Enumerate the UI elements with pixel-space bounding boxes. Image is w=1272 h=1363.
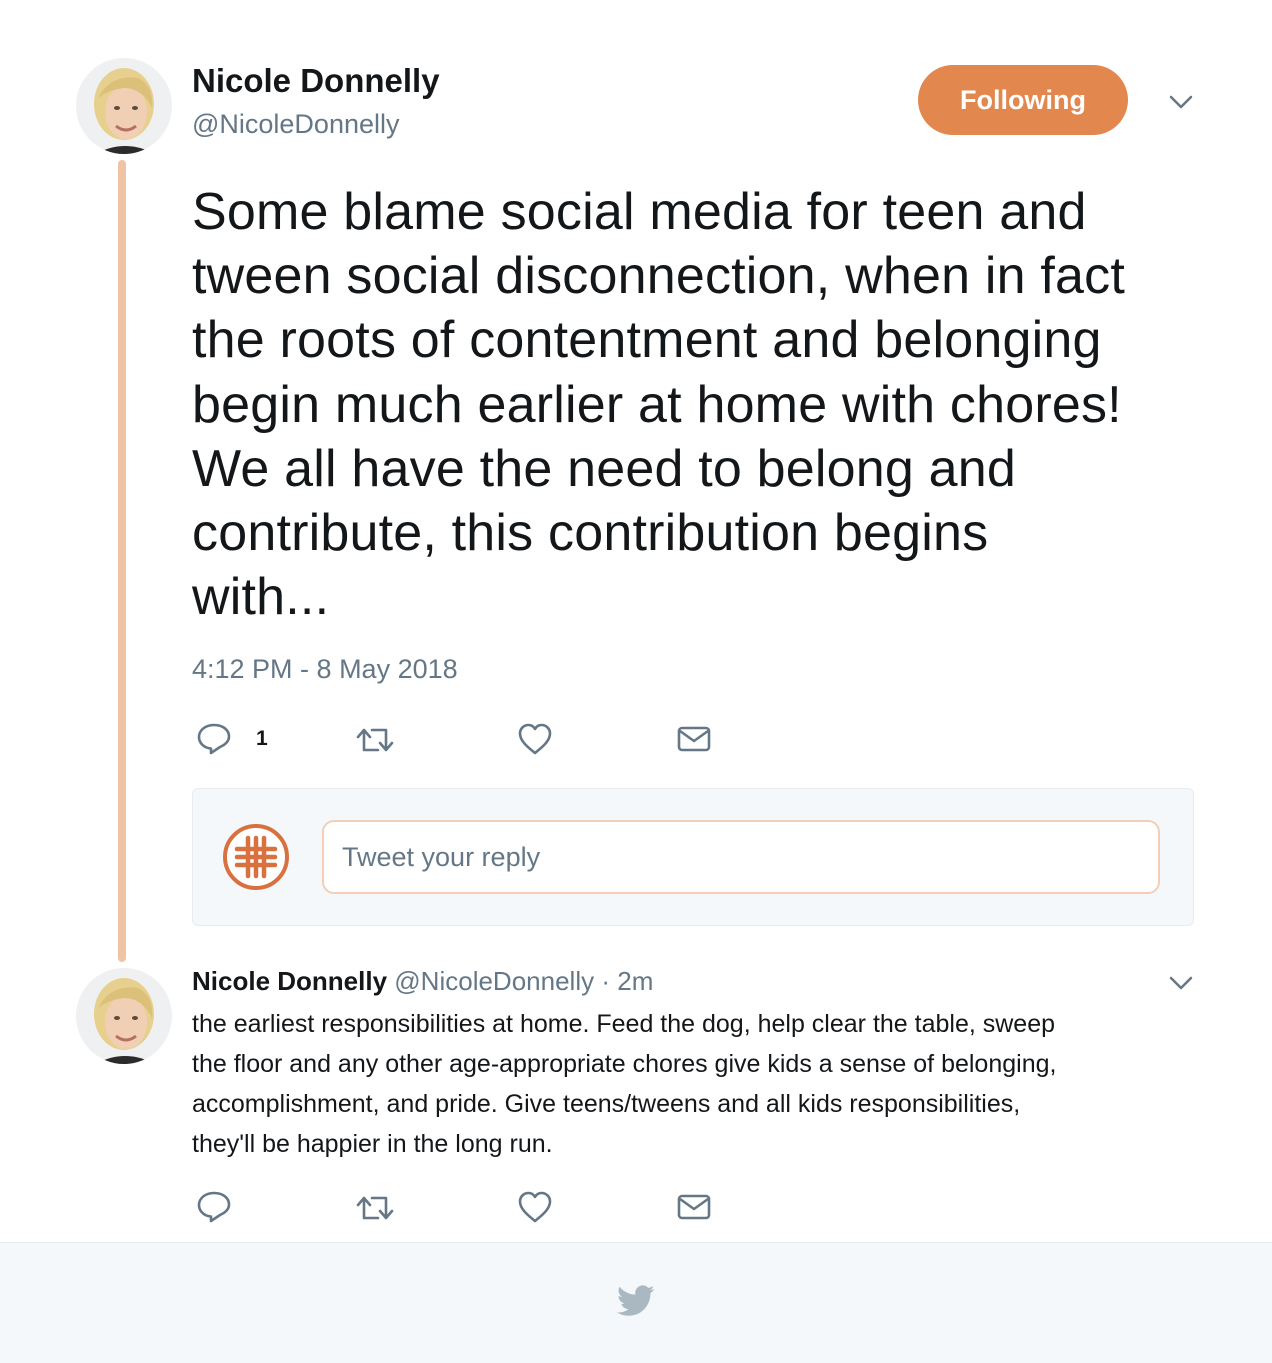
reply-input[interactable] <box>322 820 1160 894</box>
reply-count: 1 <box>256 727 268 750</box>
twitter-bird-icon[interactable] <box>617 1285 655 1317</box>
reply-author-avatar[interactable] <box>76 968 172 1064</box>
reply-tweet-like-button[interactable] <box>517 1190 553 1224</box>
reply-author-handle[interactable]: @NicoleDonnelly <box>394 966 594 996</box>
reply-author-name[interactable]: Nicole Donnelly <box>192 966 387 996</box>
reply-tweet-reply-button[interactable] <box>196 1190 232 1224</box>
reply-text-line: the earliest responsibilities at home. F… <box>192 1010 1056 1038</box>
reply-tweet-retweet-button[interactable] <box>356 1194 394 1222</box>
envelope-icon <box>677 725 711 753</box>
reply-text-line: the floor and any other age-appropriate … <box>192 1050 1057 1078</box>
heart-icon <box>517 722 553 756</box>
tweet-text-line: Some blame social media for teen and <box>192 183 1087 241</box>
reply-tweet-dm-button[interactable] <box>677 1193 711 1221</box>
retweet-icon <box>356 726 394 754</box>
thread-line <box>118 160 126 962</box>
reply-tweet-header: Nicole Donnelly @NicoleDonnelly · 2m <box>192 966 653 997</box>
following-button[interactable]: Following <box>918 65 1128 135</box>
tweet-text-line: begin much earlier at home with chores! <box>192 375 1122 434</box>
separator-dot: · <box>601 966 610 996</box>
chevron-down-icon[interactable] <box>1168 94 1194 110</box>
reply-time[interactable]: 2m <box>617 966 653 996</box>
author-avatar[interactable] <box>76 58 172 154</box>
tweet-text-line: the roots of contentment and belonging <box>192 311 1102 370</box>
author-handle[interactable]: @NicoleDonnelly <box>192 109 400 140</box>
envelope-icon <box>677 1193 711 1221</box>
direct-message-button[interactable] <box>677 725 711 753</box>
reply-text-line: accomplishment, and pride. Give teens/tw… <box>192 1090 1021 1118</box>
hashtag-logo-icon <box>222 823 290 891</box>
reply-icon <box>196 1190 232 1224</box>
tweet-timestamp[interactable]: 4:12 PM - 8 May 2018 <box>192 654 458 685</box>
reply-icon <box>196 722 232 756</box>
tweet-text-line: tween social disconnection, when in fact <box>192 247 1125 306</box>
author-name[interactable]: Nicole Donnelly <box>192 62 440 100</box>
tweet-text-line: We all have the need to belong and <box>192 439 1017 498</box>
retweet-icon <box>356 1194 394 1222</box>
reply-button[interactable]: 1 <box>196 722 268 756</box>
heart-icon <box>517 1190 553 1224</box>
like-button[interactable] <box>517 722 553 756</box>
reply-chevron-down-icon[interactable] <box>1168 975 1194 991</box>
reply-text-line: they'll be happier in the long run. <box>192 1130 553 1158</box>
retweet-button[interactable] <box>356 726 394 754</box>
tweet-text: Some blame social media for teen and twe… <box>192 180 1222 629</box>
tweet-text-line: contribute, this contribution begins <box>192 504 989 563</box>
reply-tweet-text: the earliest responsibilities at home. F… <box>192 1004 1192 1164</box>
tweet-text-line: with... <box>192 568 330 627</box>
